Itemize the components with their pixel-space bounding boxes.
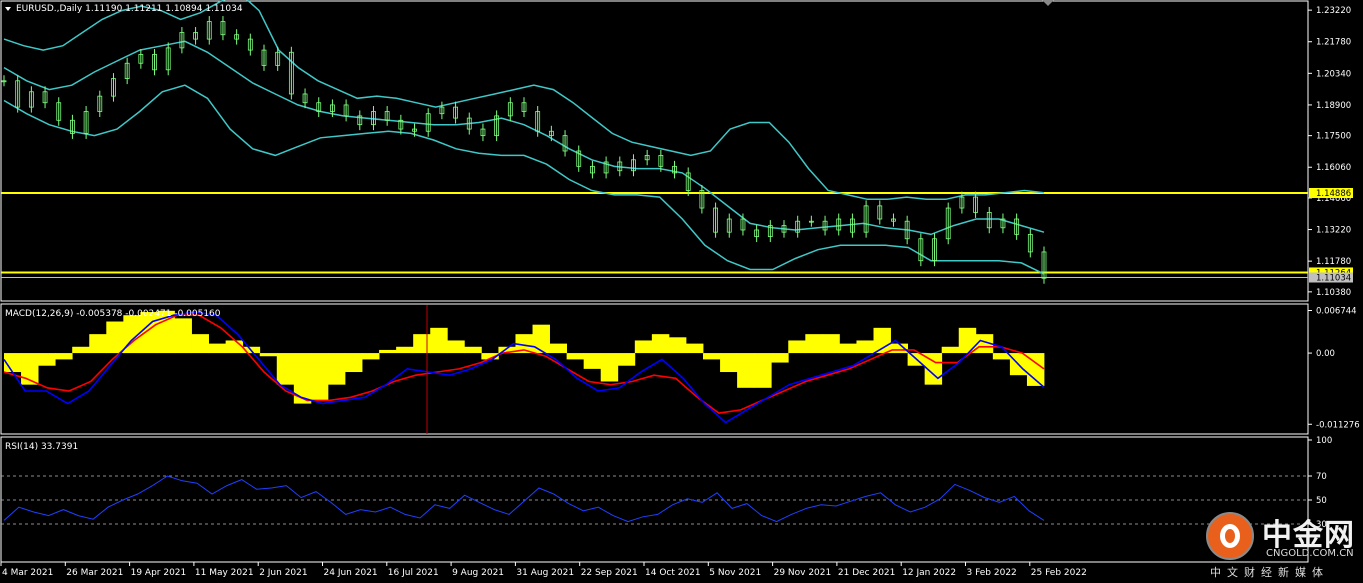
price-tick-label: 1.13220: [1316, 226, 1351, 236]
macd-histogram-bar: [651, 334, 670, 354]
macd-panel-frame: [0, 303, 1309, 435]
macd-histogram-bar: [259, 353, 278, 357]
macd-histogram-bar: [174, 318, 192, 354]
middle-band-line: [3, 40, 1045, 236]
date-tick-label: 5 Nov 2021: [709, 568, 761, 578]
price-level-tag-label: 1.11034: [1316, 274, 1351, 284]
date-tick-label: 9 Aug 2021: [452, 568, 504, 578]
macd-histogram-bar: [958, 327, 977, 354]
macd-header: MACD(12,26,9) -0.005378 -0.002471 -0.005…: [5, 309, 221, 319]
rsi-header: RSI(14) 33.7391: [5, 442, 78, 452]
macd-histogram-bar: [89, 334, 107, 354]
logo-tagline: 中文财经新媒体: [1210, 566, 1329, 579]
date-tick-label: 16 Jul 2021: [388, 568, 439, 578]
price-tick-label: 1.16060: [1316, 163, 1351, 173]
macd-histogram-bar: [839, 343, 857, 354]
macd-histogram-bar: [634, 340, 653, 354]
macd-tick-label: 0.00: [1316, 349, 1335, 359]
macd-histogram-bar: [566, 353, 585, 360]
macd-histogram-bar: [532, 324, 550, 354]
scroll-indicator-icon[interactable]: [1042, 0, 1054, 6]
macd-histogram-bar: [822, 334, 840, 354]
cngold-logo: 中金网 CNGOLD.COM.CN 中文财经新媒体: [1200, 508, 1360, 580]
macd-histogram-bar: [685, 343, 704, 354]
macd-histogram-bar: [310, 353, 329, 401]
date-tick-label: 29 Nov 2021: [774, 568, 832, 578]
macd-histogram-bar: [600, 353, 619, 382]
macd-tick-label: 0.006744: [1316, 307, 1357, 317]
macd-histogram-bar: [788, 340, 806, 354]
macd-histogram-bar: [447, 340, 465, 354]
rsi-tick-label: 70: [1316, 472, 1327, 482]
date-tick-label: 24 Jun 2021: [324, 568, 378, 578]
date-tick-label: 14 Oct 2021: [645, 568, 701, 578]
date-tick-label: 21 Dec 2021: [838, 568, 896, 578]
date-tick-label: 3 Feb 2022: [967, 568, 1017, 578]
macd-histogram-bar: [362, 353, 380, 360]
price-tick-label: 1.10380: [1316, 288, 1351, 298]
macd-histogram-bar: [38, 353, 56, 366]
chart-canvas: 1.23220 1.21780 1.20340 1.18900 1.17500 1.160…: [0, 0, 1360, 578]
macd-histogram-bar: [208, 343, 227, 354]
rsi-series-layer: [1, 475, 1308, 525]
macd-histogram-bar: [754, 353, 772, 388]
macd-tick-label: -0.011276: [1316, 420, 1360, 430]
axis-labels-layer: 1.23220 1.21780 1.20340 1.18900 1.17500 1.160…: [0, 6, 1360, 578]
rsi-line: [3, 475, 1045, 523]
macd-histogram-bar: [873, 327, 891, 354]
macd-histogram-bar: [396, 346, 414, 354]
price-tick-label: 1.21780: [1316, 38, 1351, 48]
macd-histogram-bar: [720, 353, 738, 373]
date-tick-label: 25 Feb 2022: [1031, 568, 1087, 578]
date-tick-label: 4 Mar 2021: [2, 568, 53, 578]
date-tick-label: 22 Sep 2021: [581, 568, 638, 578]
price-tick-label: 1.23220: [1316, 6, 1351, 16]
macd-histogram-bar: [856, 340, 874, 354]
date-tick-label: 12 Jan 2022: [902, 568, 956, 578]
rsi-panel-frame: [0, 436, 1309, 563]
macd-histogram-bar: [276, 353, 295, 385]
macd-histogram-bar: [583, 353, 602, 369]
macd-histogram-bar: [225, 340, 244, 354]
macd-histogram-bar: [106, 321, 124, 354]
price-tick-label: 1.11780: [1316, 257, 1351, 267]
macd-histogram-bar: [549, 343, 568, 354]
symbol-header: EURUSD.,Daily 1.11190 1.11211 1.10894 1.…: [16, 4, 243, 14]
rsi-tick-label: 50: [1316, 496, 1327, 506]
macd-series-layer: [3, 305, 1045, 434]
date-tick-label: 26 Mar 2021: [66, 568, 123, 578]
macd-histogram-bar: [703, 353, 721, 360]
macd-histogram-bar: [430, 327, 448, 354]
cngold-logo-mark-icon: [1206, 512, 1254, 560]
macd-histogram-bar: [191, 334, 209, 354]
macd-histogram-bar: [413, 334, 431, 354]
price-tick-label: 1.18900: [1316, 101, 1351, 111]
macd-histogram-bar: [771, 353, 789, 363]
date-tick-label: 2 Jun 2021: [259, 568, 307, 578]
macd-histogram-bar: [617, 353, 636, 366]
price-series-layer: [1, 0, 1308, 284]
date-tick-label: 11 May 2021: [195, 568, 254, 578]
macd-histogram-bar: [737, 353, 755, 388]
macd-histogram-bar: [941, 346, 960, 354]
price-level-tag-label: 1.14886: [1316, 189, 1351, 199]
rsi-tick-label: 100: [1316, 436, 1332, 446]
macd-histogram-bar: [327, 353, 346, 385]
logo-site: CNGOLD.COM.CN: [1266, 548, 1354, 559]
price-panel-frame: [0, 0, 1309, 302]
date-tick-label: 31 Aug 2021: [516, 568, 574, 578]
price-tick-label: 1.17500: [1316, 132, 1351, 142]
macd-histogram-bar: [805, 334, 823, 354]
macd-histogram-bar: [464, 346, 482, 354]
macd-histogram-bar: [344, 353, 363, 373]
macd-histogram-bar: [379, 349, 397, 354]
symbol-dropdown-icon[interactable]: [5, 7, 11, 11]
macd-histogram-bar: [668, 337, 687, 354]
macd-histogram-bar: [55, 353, 73, 360]
date-tick-label: 19 Apr 2021: [131, 568, 187, 578]
price-tick-label: 1.20340: [1316, 69, 1351, 79]
macd-histogram-bar: [72, 346, 90, 354]
